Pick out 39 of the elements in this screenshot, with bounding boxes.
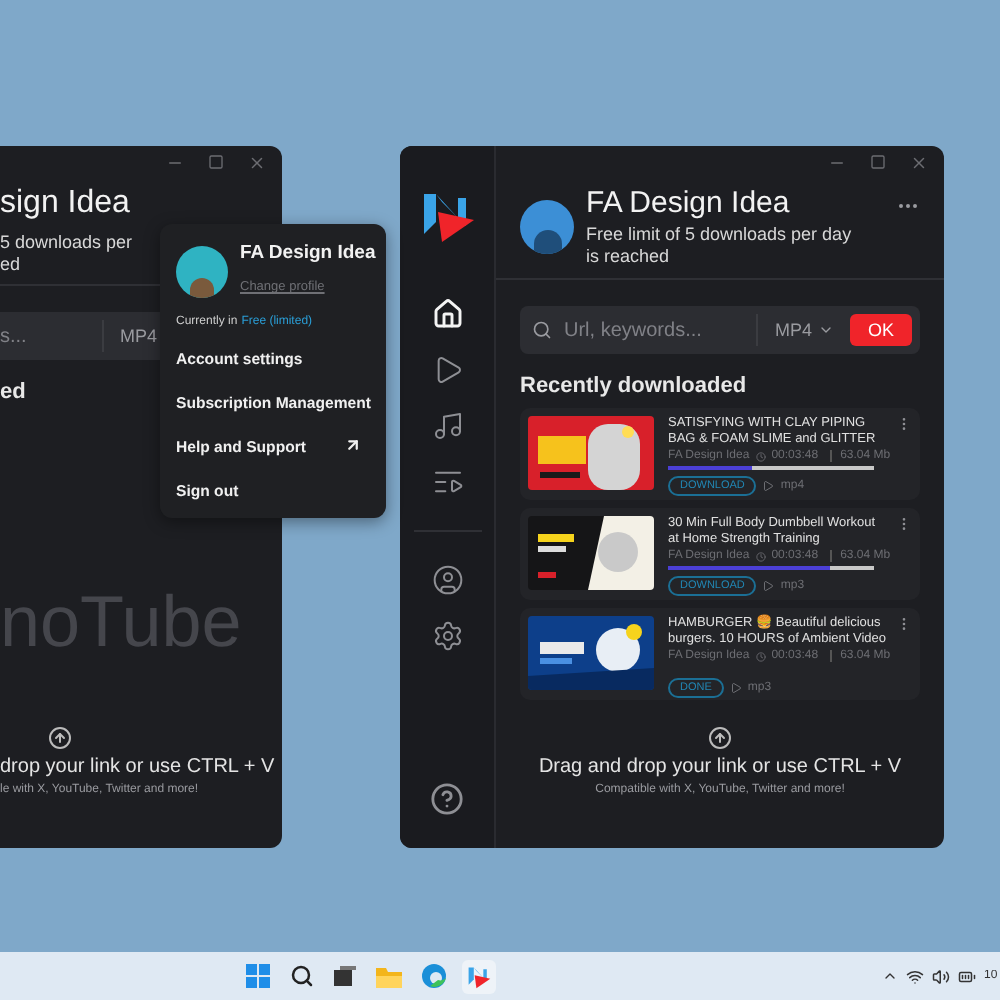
user-name: FA Design Idea	[586, 186, 790, 220]
clock-icon	[755, 651, 766, 661]
play-icon	[762, 580, 775, 592]
start-icon[interactable]	[242, 960, 274, 992]
maximize-icon[interactable]	[208, 154, 224, 170]
section-title: ed	[0, 380, 26, 404]
help-icon[interactable]	[430, 782, 464, 816]
drop-instruction: Drag and drop your link or use CTRL + V	[538, 756, 902, 778]
play-icon	[729, 682, 742, 694]
search-icon[interactable]	[286, 960, 318, 992]
volume-icon[interactable]	[932, 967, 950, 985]
play-icon	[762, 480, 775, 492]
app-taskbar-icon[interactable]	[462, 959, 496, 993]
section-title: Recently downloaded	[520, 374, 747, 398]
app-logo	[466, 963, 492, 989]
search-icon	[532, 320, 552, 340]
ok-button[interactable]: OK	[850, 314, 912, 346]
avatar	[520, 200, 574, 254]
drop-instruction: drop your link or use CTRL + V	[0, 756, 275, 778]
task-view-icon[interactable]	[330, 962, 360, 990]
wifi-icon[interactable]	[906, 967, 924, 985]
chevron-up-icon[interactable]	[882, 968, 898, 984]
clock-icon	[755, 551, 766, 561]
user-name: sign Idea	[0, 186, 130, 222]
subtitle-line: ed	[0, 254, 21, 276]
limit-message: Free limit of 5 downloads per day is reached	[586, 224, 854, 268]
upload-icon	[708, 726, 732, 750]
maximize-icon[interactable]	[870, 154, 886, 170]
subtitle-line: 5 downloads per	[0, 232, 133, 254]
upload-icon	[48, 726, 72, 750]
profile-name: FA Design Idea	[240, 242, 376, 264]
chevron-down-icon	[818, 322, 834, 338]
battery-icon[interactable]	[958, 967, 976, 985]
close-icon[interactable]	[248, 154, 266, 172]
browser-icon[interactable]	[418, 960, 450, 992]
close-icon[interactable]	[910, 154, 928, 172]
search-field[interactable]: Url, keywords... MP4 OK	[520, 306, 920, 354]
clock-icon	[755, 451, 766, 461]
avatar	[176, 245, 228, 297]
